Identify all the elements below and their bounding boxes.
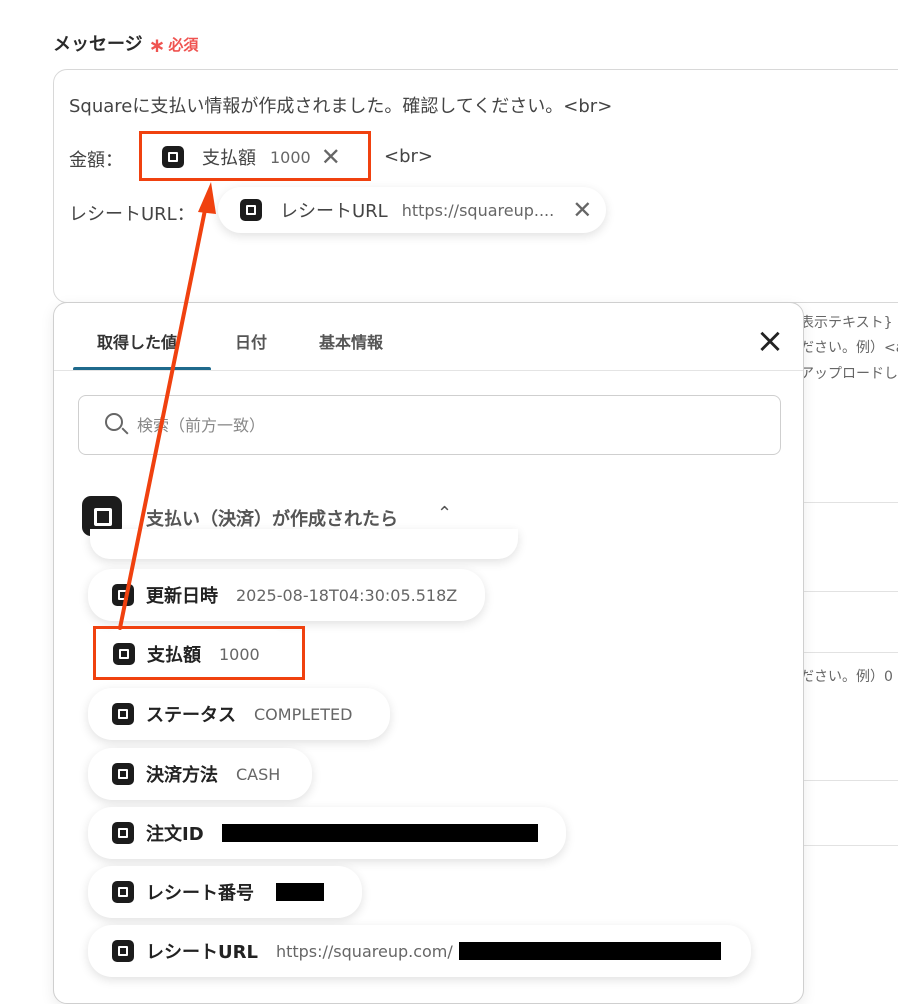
search-box[interactable] [78,395,781,455]
chevron-up-icon[interactable]: ⌃ [437,503,452,524]
bg-hint-3: アップロードし [800,366,898,382]
list-item-status[interactable]: ステータス COMPLETED [88,688,391,740]
search-icon [105,413,123,431]
item-label: レシートURL [146,942,258,963]
square-logo-icon [112,822,134,844]
message-editor[interactable]: Squareに支払い情報が作成されました。確認してください。<br> 金額： <… [53,69,898,303]
square-logo-icon [112,881,134,903]
list-item-receipt-url[interactable]: レシートURL https://squareup.com/ [88,925,751,977]
item-label: 決済方法 [146,765,218,786]
message-line-2-prefix: 金額： [69,150,123,171]
list-item-order-id[interactable]: 注文ID [88,807,566,859]
tab-basic-info[interactable]: 基本情報 [319,329,383,353]
chip-receipt-value: https://squareup.... [401,200,555,220]
list-item-partial [90,529,518,559]
redacted-value [221,824,538,842]
bg-divider [803,845,898,846]
highlight-box [139,131,371,181]
bg-divider [803,591,898,592]
bg-divider [803,780,898,781]
required-text: 必須 [168,36,199,54]
tab-retrieved-values[interactable]: 取得した値 [97,329,177,353]
bg-hint-2: ださい。例）<a [800,340,898,356]
message-line-3-prefix: レシートURL： [69,204,195,225]
field-label-text: メッセージ [53,34,143,55]
chip-remove-close-icon[interactable]: ✕ [572,198,592,222]
item-label: 更新日時 [146,586,218,607]
item-label: ステータス [146,705,236,726]
item-label: レシート番号 [146,883,254,904]
list-item-updated-at[interactable]: 更新日時 2025-08-18T04:30:05.518Z [88,569,486,621]
highlight-box [93,626,305,680]
required-asterisk-icon: ∗ [148,33,166,57]
tab-date[interactable]: 日付 [235,329,267,353]
item-value: COMPLETED [254,704,353,724]
square-logo-icon [112,763,134,785]
chip-receipt-url[interactable]: レシートURL https://squareup.... ✕ [218,187,607,233]
field-label: メッセージ ∗ 必須 [53,30,198,57]
redacted-value [458,942,721,960]
item-label: 注文ID [146,824,204,845]
list-item-receipt-number[interactable]: レシート番号 [88,866,362,918]
item-value: 2025-08-18T04:30:05.518Z [236,585,458,605]
required-badge: ∗ 必須 [148,33,199,57]
bg-divider [803,502,898,503]
message-line-2-suffix: <br> [384,146,433,167]
redacted-value [276,883,324,901]
bg-hint-4: ださい。例）0 [800,669,893,685]
item-value: https://squareup.com/ [275,941,453,961]
close-icon[interactable]: × [754,324,786,358]
chip-receipt-label: レシートURL [280,201,388,222]
bg-divider [803,652,898,653]
square-logo-icon [240,199,262,221]
item-value: CASH [236,764,281,784]
list-item-payment-method[interactable]: 決済方法 CASH [88,748,313,800]
bg-hint-1: 表示テキスト} [800,315,893,331]
message-line-1: Squareに支払い情報が作成されました。確認してください。<br> [69,96,613,117]
tab-divider [54,370,803,371]
search-input[interactable] [135,410,739,440]
square-logo-icon [112,584,134,606]
square-logo-icon [112,703,134,725]
section-title[interactable]: 支払い（決済）が作成されたら [146,505,398,531]
square-logo-icon [112,940,134,962]
